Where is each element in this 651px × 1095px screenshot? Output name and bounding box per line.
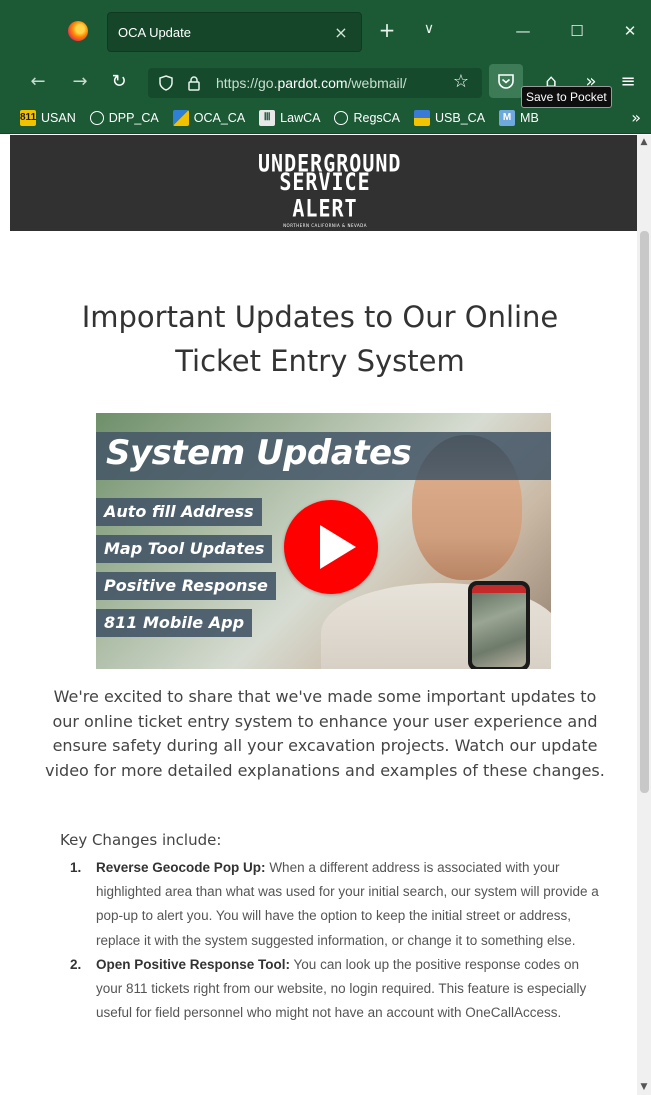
page-scrollbar[interactable]: ▲ ▼ (637, 135, 651, 1095)
tab-list-chevron-down-icon[interactable]: ∨ (418, 22, 440, 36)
close-window-button[interactable]: ✕ (618, 22, 642, 40)
bookmark-oca-ca[interactable]: OCA_CA (172, 109, 245, 126)
video-thumbnail[interactable]: System Updates Auto fill Address Map Too… (96, 413, 551, 669)
video-title: System Updates (106, 433, 412, 473)
reload-icon[interactable]: ↻ (108, 71, 130, 92)
usa-logo: UNDERGROUND SERVICE ALERT NORTHERN CALIF… (258, 148, 402, 228)
maximize-button[interactable]: ☐ (565, 22, 589, 40)
email-header: UNDERGROUND SERVICE ALERT NORTHERN CALIF… (10, 135, 637, 231)
feature-pill: Positive Response (96, 572, 276, 600)
mb-site-icon: M (499, 109, 516, 126)
save-to-pocket-tooltip: Save to Pocket (521, 86, 612, 108)
bookmarks-overflow-icon[interactable]: » (631, 108, 641, 127)
list-item: 1. Reverse Geocode Pop Up: When a differ… (70, 860, 599, 948)
oca-site-icon (172, 109, 189, 126)
page-viewport: UNDERGROUND SERVICE ALERT NORTHERN CALIF… (0, 135, 651, 1095)
globe-icon (89, 110, 104, 125)
phone-mockup (468, 581, 530, 669)
feature-pill: Map Tool Updates (96, 535, 273, 563)
firefox-logo-icon[interactable] (68, 21, 88, 41)
bookmark-star-icon[interactable]: ☆ (450, 71, 472, 92)
phone-screen (472, 585, 526, 667)
browser-titlebar: OCA Update × + ∨ — ☐ ✕ (0, 0, 651, 62)
intro-paragraph: We're excited to share that we've made s… (45, 687, 605, 780)
save-to-pocket-button[interactable] (489, 64, 523, 98)
new-tab-button[interactable]: + (376, 20, 398, 40)
bookmark-usan[interactable]: 811 USAN (20, 109, 76, 126)
811-icon: 811 (20, 109, 36, 126)
scroll-down-icon[interactable]: ▼ (637, 1082, 651, 1092)
pocket-icon (498, 74, 514, 89)
key-changes-list: 1. Reverse Geocode Pop Up: When a differ… (70, 856, 602, 1025)
forward-arrow-icon[interactable]: → (69, 71, 91, 92)
tab-close-icon[interactable]: × (331, 23, 351, 42)
feature-pill: 811 Mobile App (96, 609, 253, 637)
lock-icon[interactable] (186, 75, 202, 91)
menu-hamburger-icon[interactable]: ≡ (617, 71, 639, 92)
key-changes-heading: Key Changes include: (60, 831, 222, 849)
bookmark-usb-ca[interactable]: USB_CA (414, 109, 485, 126)
tracking-shield-icon[interactable] (158, 75, 174, 91)
scroll-up-icon[interactable]: ▲ (637, 137, 651, 147)
page-title: Important Updates to Our Online Ticket E… (81, 300, 559, 378)
bookmark-mb[interactable]: M MB (499, 109, 539, 126)
bookmark-regsca[interactable]: RegsCA (334, 110, 400, 125)
tab-title: OCA Update (118, 24, 191, 40)
bookmark-dpp-ca[interactable]: DPP_CA (89, 110, 159, 125)
play-icon (320, 525, 356, 569)
tab-oca-update[interactable]: OCA Update × (107, 12, 362, 52)
url-text: https://go.pardot.com/webmail/ (216, 75, 407, 91)
feature-pill: Auto fill Address (96, 498, 262, 526)
minimize-button[interactable]: — (511, 22, 535, 40)
usb-site-icon (414, 109, 431, 126)
law-columns-icon: Ⅲ (259, 109, 276, 126)
globe-icon (334, 110, 349, 125)
bookmark-lawca[interactable]: Ⅲ LawCA (259, 109, 320, 126)
scrollbar-thumb[interactable] (640, 231, 649, 793)
url-bar[interactable]: https://go.pardot.com/webmail/ (148, 68, 482, 98)
list-item: 2. Open Positive Response Tool: You can … (70, 956, 587, 1021)
back-arrow-icon[interactable]: ← (27, 71, 49, 92)
play-button[interactable] (284, 500, 378, 594)
